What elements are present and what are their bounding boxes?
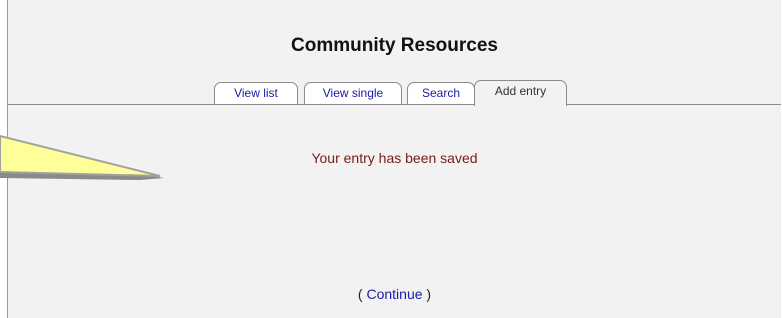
tab-add-entry[interactable]: Add entry <box>474 80 567 106</box>
tab-view-single[interactable]: View single <box>304 82 402 104</box>
continue-link[interactable]: Continue <box>366 286 422 302</box>
paren-open: ( <box>357 286 363 302</box>
tab-view-list[interactable]: View list <box>214 82 298 104</box>
callout-pointer <box>0 134 161 177</box>
tab-search[interactable]: Search <box>407 82 475 104</box>
continue-row: ( Continue ) <box>8 286 781 302</box>
callout-arrow <box>0 134 164 180</box>
paren-close: ) <box>426 286 432 302</box>
